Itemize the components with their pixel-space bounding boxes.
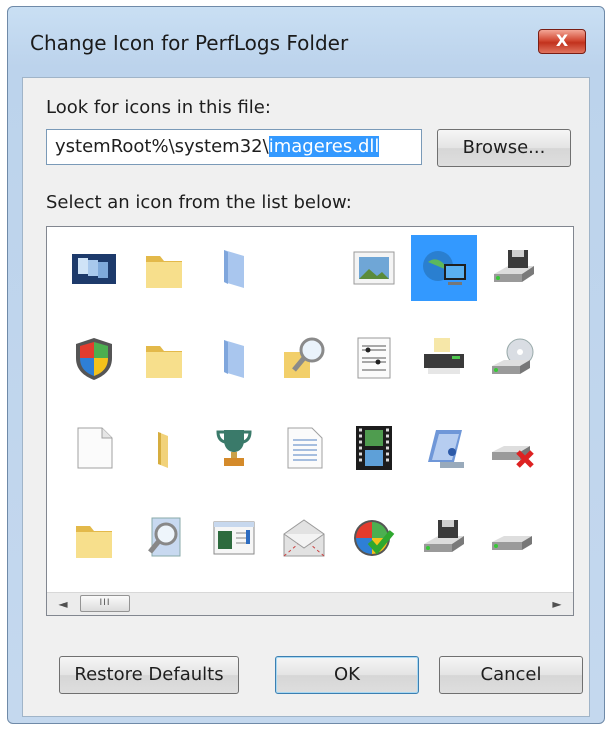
folder-icon [146, 256, 182, 288]
search-folder-icon [284, 337, 325, 378]
trophy-icon [216, 430, 252, 466]
floppy-drive-icon [494, 250, 534, 282]
icon-cell[interactable] [271, 325, 337, 391]
windows-switcher-icon [72, 254, 116, 284]
blue-folder-icon [224, 340, 244, 378]
path-selected-text: imageres.dll [268, 136, 380, 157]
drive-icon [492, 536, 532, 550]
list-label: Select an icon from the list below: [46, 192, 352, 213]
icon-cell[interactable] [551, 235, 574, 301]
icon-cell[interactable] [481, 325, 547, 391]
icon-cell[interactable] [271, 235, 337, 301]
music-sheet-icon [357, 337, 391, 379]
icon-cell[interactable] [131, 235, 197, 301]
restore-defaults-button[interactable]: Restore Defaults [59, 656, 239, 694]
network-globe-icon [423, 251, 466, 285]
drive-remove-icon [492, 446, 534, 468]
icon-cell[interactable] [271, 505, 337, 571]
dialog-body: Look for icons in this file: ystemRoot%\… [22, 77, 590, 717]
windows-check-icon [354, 520, 395, 556]
text-document-icon [287, 427, 323, 469]
scroll-right-icon[interactable]: ► [549, 596, 565, 612]
blank-icon [278, 242, 330, 294]
icon-cell[interactable] [551, 325, 574, 391]
icon-cell[interactable] [411, 415, 477, 481]
icon-cell[interactable] [551, 415, 574, 481]
folder-icon [76, 526, 112, 558]
icon-cell[interactable] [201, 415, 267, 481]
icon-cell[interactable] [201, 325, 267, 391]
film-strip-icon [356, 426, 392, 470]
icon-cell[interactable] [341, 505, 407, 571]
printer-icon [424, 338, 464, 374]
icon-cell[interactable] [131, 505, 197, 571]
icon-cell[interactable] [61, 505, 127, 571]
document-icon [77, 427, 113, 469]
control-panel-icon [428, 430, 464, 468]
search-document-icon [148, 517, 181, 557]
icon-list[interactable]: ◄ III ► [46, 226, 574, 616]
icon-cell[interactable] [481, 415, 547, 481]
dialog-title: Change Icon for PerfLogs Folder [30, 31, 349, 55]
title-bar[interactable]: Change Icon for PerfLogs Folder X [8, 7, 604, 77]
cd-drive-icon [492, 338, 534, 374]
icon-cell[interactable] [341, 415, 407, 481]
scroll-thumb[interactable]: III [80, 595, 130, 612]
icon-cell[interactable] [411, 325, 477, 391]
mail-envelope-icon [283, 519, 325, 557]
security-shield-icon [76, 338, 112, 380]
icon-cell[interactable] [131, 325, 197, 391]
icon-cell[interactable] [131, 415, 197, 481]
phone-icon [558, 512, 574, 564]
icon-cell[interactable] [551, 505, 574, 571]
icon-cell[interactable] [61, 235, 127, 301]
close-button[interactable]: X [538, 29, 586, 54]
icon-cell[interactable] [341, 235, 407, 301]
change-icon-dialog: Change Icon for PerfLogs Folder X Look f… [7, 6, 605, 724]
icon-cell[interactable] [341, 325, 407, 391]
icon-cell[interactable] [271, 415, 337, 481]
horizontal-scrollbar[interactable]: ◄ III ► [47, 592, 573, 615]
close-icon: X [555, 31, 569, 50]
icon-cell[interactable] [201, 235, 267, 301]
blue-folder-icon [224, 250, 244, 288]
icon-cell[interactable] [61, 325, 127, 391]
icon-cell[interactable] [481, 505, 547, 571]
network-icon [558, 242, 574, 294]
folder-icon [146, 346, 182, 378]
icon-cell[interactable] [201, 505, 267, 571]
floppy-drive-icon [424, 520, 464, 552]
icon-cell[interactable] [61, 415, 127, 481]
window-app-icon [213, 521, 255, 555]
path-text: ystemRoot%\system32\ [55, 136, 269, 157]
icon-cell[interactable] [411, 505, 477, 571]
usb-icon [558, 422, 574, 474]
icon-cell[interactable] [411, 235, 477, 301]
ok-button[interactable]: OK [275, 656, 419, 694]
picture-icon [353, 251, 395, 285]
scroll-left-icon[interactable]: ◄ [55, 596, 71, 612]
browse-button[interactable]: Browse... [437, 129, 571, 167]
chip-icon [558, 332, 574, 384]
file-label: Look for icons in this file: [46, 97, 271, 118]
icon-file-input[interactable]: ystemRoot%\system32\imageres.dll [46, 129, 422, 165]
icon-cell[interactable] [481, 235, 547, 301]
narrow-folder-icon [158, 432, 168, 468]
cancel-button[interactable]: Cancel [439, 656, 583, 694]
